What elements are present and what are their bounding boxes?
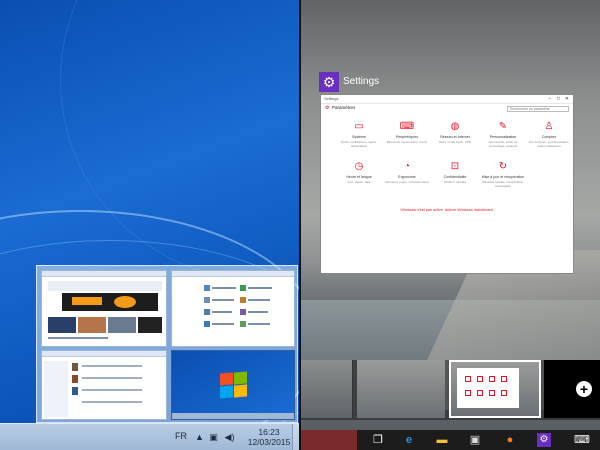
clock-date: 12/03/2015 bbox=[247, 437, 291, 447]
desktop-thumbnail-1[interactable] bbox=[301, 360, 353, 418]
touch-keyboard-icon[interactable]: ⌨ bbox=[574, 433, 590, 447]
refresh-icon: ↻ bbox=[498, 161, 508, 172]
category-system[interactable]: ▭ Système Écran, notifications, applis, … bbox=[337, 121, 381, 148]
settings-window[interactable]: Settings – □ ✕ ⚙ Paramètres Rechercher u… bbox=[320, 94, 574, 274]
language-indicator[interactable]: FR bbox=[175, 431, 187, 441]
settings-taskbar-icon[interactable]: ⚙ bbox=[537, 433, 551, 447]
windows7-desktop: FR ▲ ▣ ◀) 16:23 12/03/2015 bbox=[0, 0, 299, 450]
globe-icon: ◍ bbox=[450, 121, 460, 132]
settings-search-input[interactable]: Rechercher un paramètre bbox=[507, 106, 569, 112]
desktop-thumbnail-3[interactable] bbox=[449, 360, 541, 418]
category-personalization[interactable]: ✎ Personnalisation Arrière-plan, écran d… bbox=[481, 121, 525, 148]
settings-titlebar[interactable]: Settings – □ ✕ bbox=[321, 95, 573, 104]
ease-icon: ◔ bbox=[403, 161, 411, 172]
internet-explorer-icon[interactable]: e bbox=[402, 433, 416, 447]
plus-icon: + bbox=[576, 381, 592, 397]
gear-icon: ⚙ bbox=[325, 105, 330, 111]
firefox-icon[interactable]: ● bbox=[503, 433, 517, 447]
category-accounts[interactable]: ♙ Comptes Vos comptes, synchronisation, … bbox=[527, 121, 571, 148]
explorer-window-thumbnail[interactable] bbox=[41, 350, 167, 420]
settings-heading: Paramètres bbox=[332, 105, 356, 110]
new-desktop-button[interactable]: + bbox=[544, 360, 600, 418]
browser-window-thumbnail[interactable] bbox=[41, 270, 167, 347]
task-view-icon[interactable]: ❐ bbox=[371, 433, 385, 447]
paint-icon: ✎ bbox=[498, 121, 508, 132]
show-hidden-icons-icon[interactable]: ▲ bbox=[194, 432, 205, 442]
category-network[interactable]: ◍ Réseau et Internet Wi-Fi, mode Avion, … bbox=[433, 121, 477, 144]
category-ease-of-access[interactable]: ◔ Ergonomie Narrateur, loupe, contraste … bbox=[385, 161, 429, 184]
settings-header: ⚙ Paramètres Rechercher un paramètre bbox=[321, 105, 573, 113]
settings-app-icon: ⚙ bbox=[319, 72, 339, 92]
activation-link[interactable]: Windows n'est pas activé. Activer Window… bbox=[321, 208, 573, 212]
aero-peek-window-previews bbox=[36, 265, 298, 423]
windows10-taskbar: ❐ e ▬ ▣ ● ⚙ ⌨ bbox=[301, 430, 600, 450]
monitor-icon: ▭ bbox=[354, 121, 364, 132]
lock-icon: ⊡ bbox=[450, 161, 460, 172]
desktop-thumbnail[interactable] bbox=[171, 350, 295, 420]
windows10-desktop: ⚙ Settings Settings – □ ✕ ⚙ Paramètres R… bbox=[301, 0, 600, 450]
maximize-button[interactable]: □ bbox=[557, 96, 560, 102]
devices-icon: ⌨ bbox=[399, 121, 415, 132]
windows7-taskbar: FR ▲ ▣ ◀) 16:23 12/03/2015 bbox=[0, 423, 299, 450]
file-explorer-icon[interactable]: ▬ bbox=[435, 433, 449, 447]
category-time-language[interactable]: ◷ Heure et langue Voix, région, date bbox=[337, 161, 381, 184]
taskbar-search-box[interactable] bbox=[301, 430, 357, 450]
close-button[interactable]: ✕ bbox=[565, 96, 569, 102]
person-icon: ♙ bbox=[544, 121, 554, 132]
category-update-recovery[interactable]: ↻ Mise à jour et récupération Windows Up… bbox=[481, 161, 525, 188]
clock-time: 16:23 bbox=[258, 427, 280, 437]
store-icon[interactable]: ▣ bbox=[468, 433, 482, 447]
system-clock[interactable]: 16:23 12/03/2015 bbox=[247, 427, 291, 447]
category-privacy[interactable]: ⊡ Confidentialité Position, caméra bbox=[433, 161, 477, 184]
desktop-thumbnail-2[interactable] bbox=[357, 360, 445, 418]
minimize-button[interactable]: – bbox=[548, 96, 551, 102]
show-desktop-button[interactable] bbox=[292, 424, 299, 450]
network-icon[interactable]: ▣ bbox=[208, 432, 219, 442]
category-devices[interactable]: ⌨ Périphériques Bluetooth, imprimantes, … bbox=[385, 121, 429, 144]
volume-icon[interactable]: ◀) bbox=[224, 432, 235, 442]
control-panel-window-thumbnail[interactable] bbox=[171, 270, 295, 347]
task-view-app-title: Settings bbox=[343, 76, 380, 87]
clock-icon: ◷ bbox=[354, 161, 364, 172]
settings-window-title: Settings bbox=[324, 96, 339, 101]
